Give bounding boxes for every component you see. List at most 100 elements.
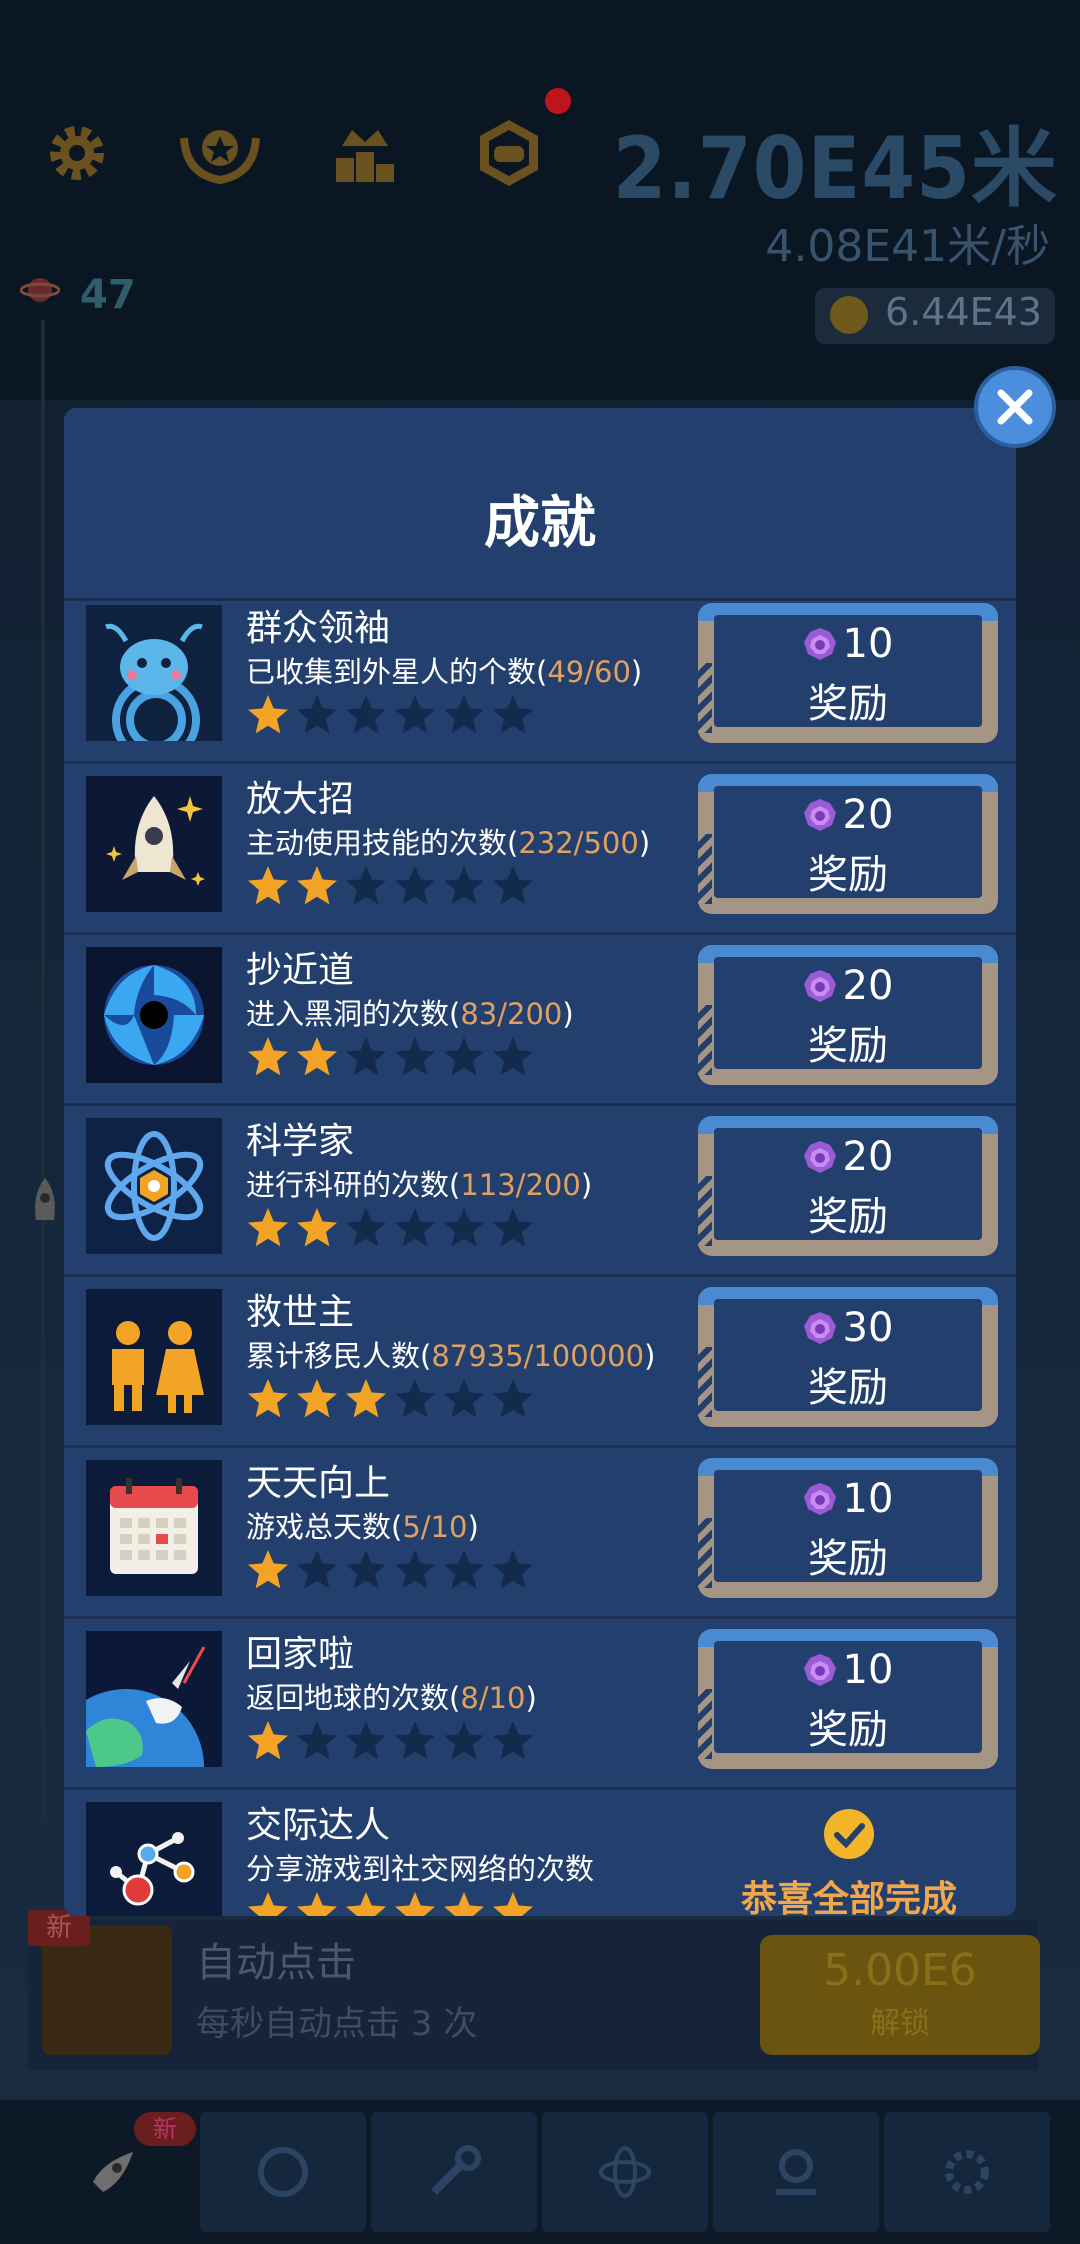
achievement-progress: 49/60	[547, 655, 631, 689]
gem-icon	[803, 1138, 837, 1173]
star-empty-icon	[344, 1719, 388, 1763]
star-filled-icon	[295, 1035, 339, 1079]
coin-value: 6.44E43	[885, 290, 1042, 334]
coin-icon	[830, 296, 868, 334]
description-text: 累计移民人数(	[246, 1339, 432, 1373]
star-empty-icon	[344, 693, 388, 737]
description-suffix: )	[525, 1681, 537, 1715]
gear-icon[interactable]	[42, 118, 112, 188]
star-empty-icon	[393, 864, 437, 908]
star-empty-icon	[393, 1035, 437, 1079]
button-stripes	[698, 1005, 712, 1075]
achievement-description: 分享游戏到社交网络的次数	[246, 1846, 594, 1888]
achievement-list[interactable]: 群众领袖 已收集到外星人的个数(49/60) 10 奖励 放大招 主动使用技能的次数(23…	[64, 598, 1016, 1916]
button-stripes	[698, 1176, 712, 1246]
notification-dot	[545, 88, 571, 114]
earth-icon	[86, 1631, 222, 1767]
achievement-name: 群众领袖	[246, 608, 391, 649]
chat-badge-icon[interactable]	[474, 118, 544, 188]
reward-amount: 20	[714, 1134, 982, 1180]
button-stripes	[698, 1518, 712, 1588]
leaderboard-crown-icon[interactable]	[330, 118, 400, 188]
gem-icon	[803, 1309, 837, 1344]
claim-reward-button[interactable]: 10 奖励	[698, 603, 998, 743]
star-filled-icon	[246, 1890, 290, 1916]
reward-label: 奖励	[808, 1023, 888, 1069]
distance-rate: 4.08E41米/秒	[765, 221, 1050, 272]
claim-reward-button[interactable]: 30 奖励	[698, 1287, 998, 1427]
description-text: 返回地球的次数(	[246, 1681, 461, 1715]
completed-status: 恭喜全部完成	[704, 1800, 994, 1916]
description-text: 分享游戏到社交网络的次数	[246, 1852, 595, 1886]
star-filled-icon	[246, 1377, 290, 1421]
star-filled-icon	[246, 1719, 290, 1763]
description-suffix: )	[638, 826, 651, 860]
upgrade-title: 自动点击	[196, 1940, 356, 1986]
achievement-laurel-icon[interactable]	[176, 118, 264, 188]
location-icon	[776, 2149, 816, 2195]
unlock-label: 解锁	[870, 2006, 930, 2041]
star-rating	[246, 864, 540, 910]
achievement-row: 群众领袖 已收集到外星人的个数(49/60) 10 奖励	[64, 601, 1016, 764]
claim-reward-button[interactable]: 20 奖励	[698, 774, 998, 914]
tab-science[interactable]	[542, 2112, 708, 2232]
achievement-progress: 113/200	[460, 1168, 581, 1202]
calendar-icon	[86, 1460, 222, 1596]
star-empty-icon	[442, 1377, 486, 1421]
tab-settings[interactable]	[884, 2112, 1050, 2232]
achievement-description: 主动使用技能的次数(232/500)	[246, 820, 650, 862]
reward-value: 30	[842, 1305, 894, 1351]
tab-alien[interactable]	[200, 2112, 366, 2232]
achievement-name: 回家啦	[246, 1634, 355, 1675]
star-rating	[246, 1548, 540, 1594]
close-button[interactable]	[974, 366, 1056, 448]
description-suffix: )	[580, 1168, 593, 1202]
button-stripes	[698, 663, 712, 733]
star-empty-icon	[491, 1719, 535, 1763]
achievement-progress: 232/500	[518, 826, 639, 860]
star-rating	[246, 1035, 540, 1081]
claim-reward-button[interactable]: 20 奖励	[698, 1116, 998, 1256]
star-filled-icon	[295, 864, 339, 908]
achievement-progress: 87935/100000	[431, 1339, 645, 1373]
gem-icon	[803, 1480, 837, 1515]
claim-reward-button[interactable]: 10 奖励	[698, 1458, 998, 1598]
star-empty-icon	[491, 864, 535, 908]
description-suffix: )	[467, 1510, 479, 1544]
star-empty-icon	[393, 1719, 437, 1763]
black-hole-icon	[86, 947, 222, 1083]
star-rating	[246, 1377, 540, 1423]
reward-amount: 30	[714, 1305, 982, 1351]
star-filled-icon	[393, 1890, 437, 1916]
alien-icon	[86, 605, 222, 741]
star-empty-icon	[442, 1206, 486, 1250]
star-empty-icon	[491, 1035, 535, 1079]
reward-value: 20	[842, 963, 894, 1009]
star-filled-icon	[246, 1206, 290, 1250]
star-empty-icon	[442, 693, 486, 737]
achievement-progress: 5/10	[402, 1510, 468, 1544]
star-rating	[246, 1719, 540, 1765]
reward-label: 奖励	[808, 1365, 888, 1411]
achievement-row: 放大招 主动使用技能的次数(232/500) 20 奖励	[64, 764, 1016, 935]
unlock-cost: 5.00E6	[823, 1945, 977, 1996]
star-filled-icon	[295, 1206, 339, 1250]
star-empty-icon	[393, 1548, 437, 1592]
social-network-icon	[86, 1802, 222, 1916]
star-rating	[246, 1890, 540, 1916]
achievement-name: 抄近道	[246, 950, 355, 991]
tab-earth[interactable]	[713, 2112, 879, 2232]
reward-amount: 20	[714, 963, 982, 1009]
dialog-title: 成就	[484, 491, 596, 556]
claim-reward-button[interactable]: 20 奖励	[698, 945, 998, 1085]
tab-tools[interactable]	[371, 2112, 537, 2232]
reward-value: 10	[842, 621, 894, 667]
star-filled-icon	[246, 693, 290, 737]
achievement-description: 游戏总天数(5/10)	[246, 1504, 479, 1546]
star-filled-icon	[442, 1890, 486, 1916]
achievements-dialog: 成就 群众领袖 已收集到外星人的个数(49/60) 10 奖励 放大招 主动使用技能的次数…	[64, 408, 1016, 1916]
description-suffix: )	[644, 1339, 656, 1373]
button-stripes	[698, 834, 712, 904]
completed-text: 恭喜全部完成	[740, 1879, 957, 1916]
claim-reward-button[interactable]: 10 奖励	[698, 1629, 998, 1769]
